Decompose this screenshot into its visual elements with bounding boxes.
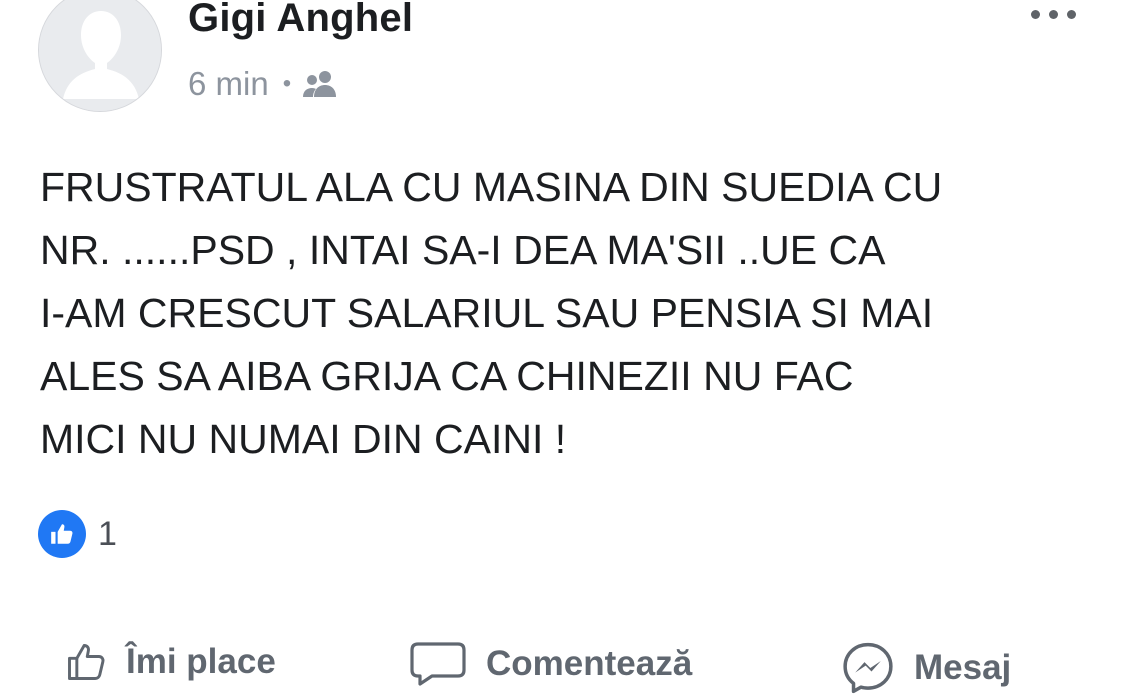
more-options-icon[interactable] <box>1027 6 1080 23</box>
facebook-post: Gigi Anghel 6 min • FRUSTRATUL ALA CU MA… <box>0 0 1122 700</box>
like-label: Îmi place <box>126 642 276 681</box>
messenger-icon <box>840 640 896 696</box>
friends-icon[interactable] <box>301 69 339 99</box>
post-text-line: ALES SA AIBA GRIJA CA CHINEZII NU FAC <box>40 353 854 399</box>
like-button[interactable]: Îmi place <box>64 640 276 684</box>
reaction-count: 1 <box>98 514 117 553</box>
comment-bubble-icon <box>408 640 468 688</box>
message-label: Mesaj <box>914 648 1012 687</box>
post-text-line: I-AM CRESCUT SALARIUL SAU PENSIA SI MAI <box>40 290 934 336</box>
author-name[interactable]: Gigi Anghel <box>188 0 413 41</box>
comment-label: Comentează <box>486 644 693 683</box>
post-meta: 6 min • <box>188 62 339 106</box>
default-avatar-icon <box>39 0 161 111</box>
post-text: FRUSTRATUL ALA CU MASINA DIN SUEDIA CU N… <box>40 156 1100 471</box>
post-actions-bar: Îmi place Comentează Mesaj <box>0 630 1122 700</box>
post-timestamp[interactable]: 6 min <box>188 65 269 103</box>
avatar[interactable] <box>38 0 162 112</box>
post-text-line: FRUSTRATUL ALA CU MASINA DIN SUEDIA CU <box>40 164 943 210</box>
like-reaction-icon <box>38 510 86 558</box>
post-text-line: MICI NU NUMAI DIN CAINI ! <box>40 416 567 462</box>
thumbs-up-icon <box>64 640 108 684</box>
reactions-summary[interactable]: 1 <box>38 510 117 558</box>
comment-button[interactable]: Comentează <box>408 640 692 688</box>
post-text-line: NR. ......PSD , INTAI SA-I DEA MA'SII ..… <box>40 227 886 273</box>
meta-separator: • <box>282 70 292 97</box>
message-button[interactable]: Mesaj <box>840 640 1011 696</box>
